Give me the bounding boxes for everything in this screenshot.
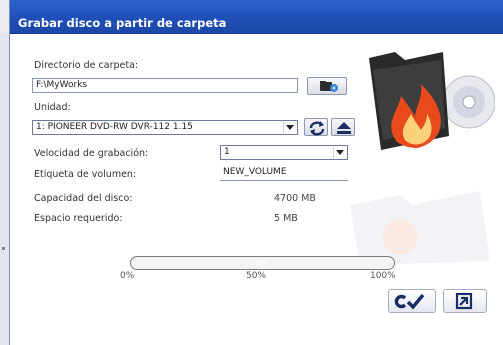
refresh-icon: [305, 121, 329, 141]
drive-select-value: 1: PIONEER DVD-RW DVR-112 1.15: [36, 122, 193, 132]
folder-path-input[interactable]: F:\MyWorks: [32, 78, 298, 93]
chevron-down-icon[interactable]: [283, 122, 296, 133]
exit-button[interactable]: [443, 289, 487, 313]
progress-tick-100: 100%: [370, 271, 396, 281]
eject-icon: [332, 122, 356, 141]
edge-marker: [2, 247, 5, 250]
folder-browse-icon: [308, 81, 348, 100]
burn-button[interactable]: [388, 289, 436, 313]
volume-label-input[interactable]: NEW_VOLUME: [220, 166, 348, 181]
progress-tick-50: 50%: [246, 271, 267, 281]
required-value: 5 MB: [274, 213, 298, 224]
required-label: Espacio requerido:: [34, 213, 123, 224]
left-panel-edge: [0, 33, 9, 345]
browse-folder-button[interactable]: [307, 77, 347, 95]
volume-label: Etiqueta de volumen:: [34, 169, 137, 180]
eject-button[interactable]: [331, 118, 355, 136]
capacity-label: Capacidad del disco:: [34, 193, 133, 204]
speed-select[interactable]: 1: [220, 145, 348, 160]
chevron-down-icon[interactable]: [333, 147, 346, 158]
speed-label: Velocidad de grabación:: [34, 148, 149, 159]
progress-tick-0: 0%: [120, 271, 135, 281]
progress-percent: 0%: [256, 258, 269, 267]
burn-illustration: [365, 40, 496, 169]
burn-progress-bar: 0%: [130, 256, 395, 270]
drive-select[interactable]: 1: PIONEER DVD-RW DVR-112 1.15: [32, 120, 298, 135]
refresh-drives-button[interactable]: [304, 118, 328, 136]
exit-icon: [444, 292, 486, 316]
burn-checkmark-icon: [389, 293, 435, 316]
folder-label: Directorio de carpeta:: [34, 60, 139, 71]
drive-label: Unidad:: [34, 102, 71, 113]
capacity-value: 4700 MB: [274, 193, 316, 204]
speed-select-value: 1: [224, 147, 230, 157]
dialog-window: Grabar disco a partir de carpeta Directo…: [9, 0, 503, 345]
title-bar[interactable]: Grabar disco a partir de carpeta: [10, 0, 503, 34]
window-title: Grabar disco a partir de carpeta: [18, 16, 227, 30]
background-watermark: [340, 165, 500, 269]
